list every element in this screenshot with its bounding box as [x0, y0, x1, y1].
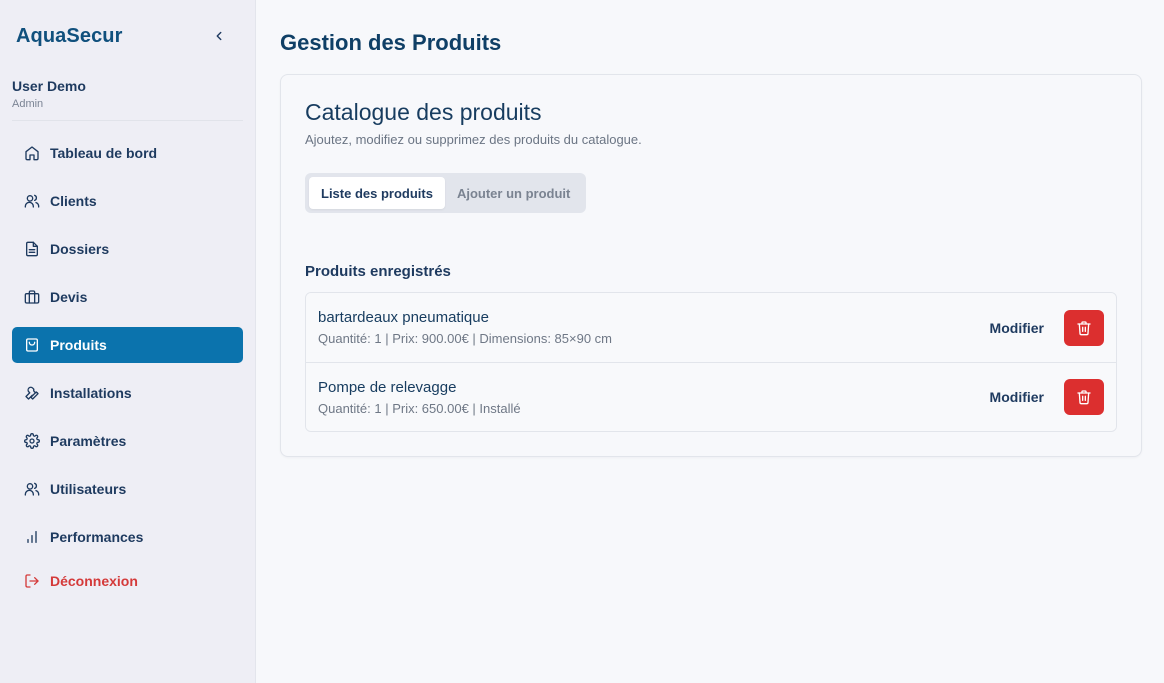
product-actions: Modifier [990, 379, 1104, 415]
user-name: User Demo [12, 78, 86, 94]
product-list: bartardeaux pneumatique Quantité: 1 | Pr… [305, 292, 1117, 432]
users-icon [24, 482, 40, 496]
product-info: bartardeaux pneumatique Quantité: 1 | Pr… [318, 309, 612, 346]
logout-label: Déconnexion [50, 573, 138, 589]
edit-product-button[interactable]: Modifier [990, 389, 1044, 405]
sidebar: AquaSecur User Demo Admin Tableau de bor… [0, 0, 256, 683]
catalog-subtitle: Ajoutez, modifiez ou supprimez des produ… [305, 132, 642, 147]
delete-product-button[interactable] [1064, 379, 1104, 415]
app-root: AquaSecur User Demo Admin Tableau de bor… [0, 0, 1164, 683]
product-actions: Modifier [990, 309, 1104, 346]
logout-button[interactable]: Déconnexion [12, 563, 243, 599]
sidebar-item-devis[interactable]: Devis [12, 279, 243, 315]
trash-icon [1077, 390, 1091, 405]
catalog-tabs: Liste des produits Ajouter un produit [305, 173, 587, 213]
product-meta: Quantité: 1 | Prix: 900.00€ | Dimensions… [318, 331, 612, 346]
shopping-bag-icon [26, 338, 38, 352]
tab-liste-des-produits[interactable]: Liste des produits [309, 177, 445, 209]
logout-icon [25, 574, 39, 588]
sidebar-item-parametres[interactable]: Paramètres [12, 423, 243, 459]
sidebar-item-tableau-de-bord[interactable]: Tableau de bord [12, 135, 243, 171]
sidebar-item-label: Installations [50, 385, 132, 401]
file-icon [26, 241, 38, 257]
product-name: Pompe de relevagge [318, 378, 457, 396]
page-title: Gestion des Produits [280, 30, 502, 55]
sidebar-item-clients[interactable]: Clients [12, 183, 243, 219]
tab-ajouter-un-produit[interactable]: Ajouter un produit [445, 177, 582, 209]
collapse-sidebar-button[interactable] [207, 24, 231, 48]
sidebar-item-dossiers[interactable]: Dossiers [12, 231, 243, 267]
wrench-icon [25, 386, 39, 400]
product-meta: Quantité: 1 | Prix: 650.00€ | Installé [318, 400, 521, 416]
chevron-left-icon [216, 31, 222, 41]
brand-logo[interactable]: AquaSecur [16, 25, 123, 48]
users-icon [24, 194, 40, 208]
product-row: Pompe de relevagge Quantité: 1 | Prix: 6… [306, 362, 1116, 431]
delete-product-button[interactable] [1064, 309, 1104, 346]
products-section-title: Produits enregistrés [305, 263, 451, 280]
sidebar-nav: Tableau de bord Clients Dossiers Devis P… [12, 135, 243, 599]
home-icon [25, 146, 39, 161]
sidebar-item-label: Devis [50, 289, 88, 305]
sidebar-item-performances[interactable]: Performances [12, 519, 243, 555]
sidebar-item-label: Produits [50, 337, 107, 353]
briefcase-icon [24, 290, 40, 304]
edit-product-button[interactable]: Modifier [990, 320, 1044, 336]
catalog-title: Catalogue des produits [305, 99, 542, 125]
sidebar-item-label: Utilisateurs [50, 481, 127, 497]
main-content: Gestion des Produits Catalogue des produ… [256, 0, 1164, 683]
user-role: Admin [12, 98, 44, 110]
gear-icon [24, 433, 40, 449]
product-row: bartardeaux pneumatique Quantité: 1 | Pr… [306, 293, 1116, 362]
catalog-card: Catalogue des produits Ajoutez, modifiez… [280, 74, 1142, 457]
sidebar-item-produits[interactable]: Produits [12, 327, 243, 363]
sidebar-item-label: Tableau de bord [50, 145, 158, 161]
sidebar-item-installations[interactable]: Installations [12, 375, 243, 411]
trash-icon [1077, 320, 1091, 335]
sidebar-item-label: Performances [50, 529, 144, 545]
sidebar-item-label: Clients [50, 193, 97, 209]
sidebar-item-label: Paramètres [50, 433, 127, 449]
sidebar-item-utilisateurs[interactable]: Utilisateurs [12, 471, 243, 507]
user-info: User Demo Admin [12, 72, 243, 121]
product-name: bartardeaux pneumatique [318, 309, 489, 326]
brand-row: AquaSecur [12, 0, 243, 72]
bar-chart-icon [27, 531, 37, 543]
product-info: Pompe de relevagge Quantité: 1 | Prix: 6… [318, 379, 521, 416]
sidebar-item-label: Dossiers [50, 241, 110, 257]
